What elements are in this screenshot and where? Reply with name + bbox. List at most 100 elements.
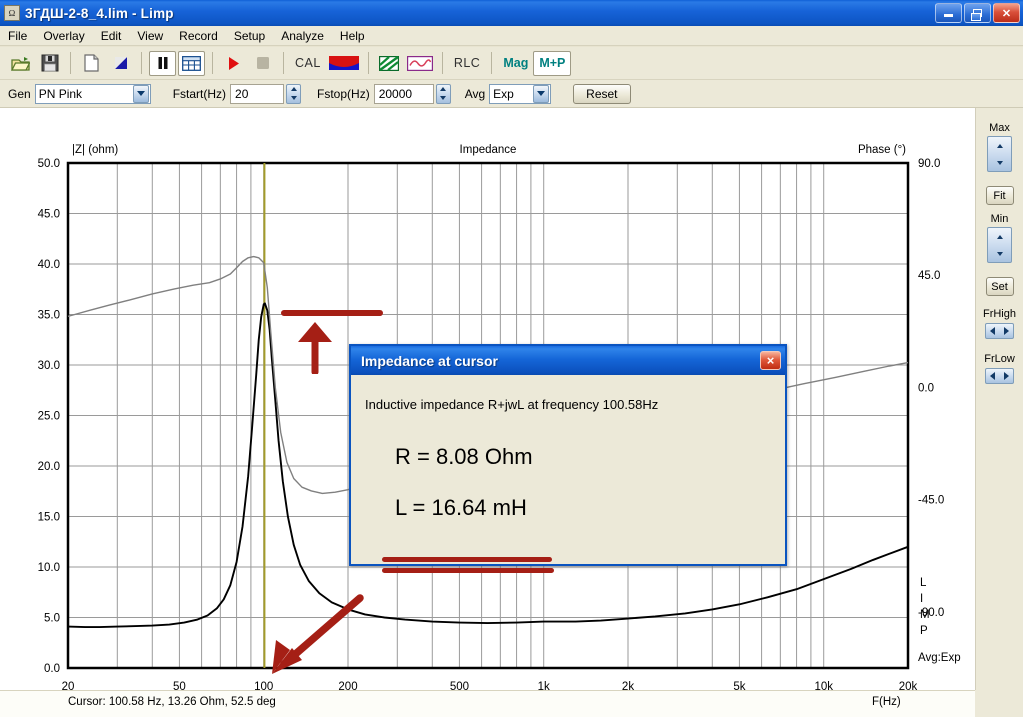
menu-item-edit[interactable]: Edit bbox=[93, 27, 130, 45]
dialog-description: Inductive impedance R+jwL at frequency 1… bbox=[365, 397, 659, 412]
fstop-stepper[interactable] bbox=[435, 83, 451, 104]
menu-item-record[interactable]: Record bbox=[171, 27, 226, 45]
menu-item-help[interactable]: Help bbox=[332, 27, 373, 45]
fstart-input[interactable]: 20 bbox=[230, 83, 285, 104]
play-button[interactable] bbox=[220, 51, 247, 76]
menu-item-setup[interactable]: Setup bbox=[226, 27, 273, 45]
limp-watermark-char: M bbox=[920, 609, 930, 621]
generator-select[interactable]: PN Pink bbox=[34, 83, 151, 104]
gen-label: Gen bbox=[8, 86, 31, 101]
xaxis-tick: 500 bbox=[450, 681, 469, 690]
sine-wave-icon bbox=[406, 55, 433, 71]
yaxis-right-tick: 90.0 bbox=[918, 158, 940, 170]
avg-select[interactable]: Exp bbox=[489, 83, 552, 104]
set-button[interactable]: Set bbox=[985, 277, 1014, 296]
rlc-button[interactable]: RLC bbox=[449, 51, 486, 76]
yaxis-left-tick: 25.0 bbox=[38, 411, 60, 423]
dialog-title: Impedance at cursor bbox=[361, 352, 498, 369]
yaxis-left-tick: 35.0 bbox=[38, 310, 60, 322]
max-label: Max bbox=[989, 122, 1010, 134]
limp-watermark-char: P bbox=[920, 625, 928, 637]
chevron-down-icon[interactable] bbox=[132, 84, 149, 103]
impedance-at-cursor-dialog[interactable]: Impedance at cursor × Inductive impedanc… bbox=[349, 344, 787, 573]
limp-watermark-char: I bbox=[920, 593, 923, 605]
menu-item-overlay[interactable]: Overlay bbox=[35, 27, 92, 45]
resistance-value: R = 8.08 Ohm bbox=[395, 444, 533, 469]
statusbar-corner bbox=[975, 690, 1023, 717]
export-button[interactable] bbox=[107, 51, 134, 76]
xaxis-tick: 50 bbox=[173, 681, 186, 690]
main-toolbar: CAL RLC Mag M+P bbox=[0, 47, 1023, 80]
green-hatch-icon bbox=[379, 55, 400, 71]
min-stepper[interactable] bbox=[987, 227, 1012, 263]
yaxis-left-tick: 30.0 bbox=[38, 360, 60, 372]
menu-item-analyze[interactable]: Analyze bbox=[273, 27, 332, 45]
yaxis-left-tick: 40.0 bbox=[38, 259, 60, 271]
scale-control-panel: Max Fit Min Set FrHigh FrLow bbox=[975, 108, 1023, 690]
cal-button[interactable]: CAL bbox=[290, 51, 326, 76]
inductance-value: L = 16.64 mH bbox=[395, 495, 527, 520]
chevron-down-icon[interactable] bbox=[533, 84, 550, 103]
yaxis-left-tick: 15.0 bbox=[38, 512, 60, 524]
frlow-label: FrLow bbox=[984, 353, 1015, 365]
yaxis-left-tick: 45.0 bbox=[38, 209, 60, 221]
window-titlebar[interactable]: Ω 3ГДШ-2-8_4.lim - Limp ✕ bbox=[0, 0, 1023, 26]
pause-button[interactable] bbox=[149, 50, 176, 76]
fit-button[interactable]: Fit bbox=[985, 186, 1014, 205]
limp-app-icon[interactable]: Ω bbox=[4, 5, 20, 21]
open-file-button[interactable] bbox=[7, 51, 34, 76]
save-file-button[interactable] bbox=[36, 51, 63, 76]
menu-item-view[interactable]: View bbox=[129, 27, 171, 45]
restore-icon bbox=[971, 9, 982, 21]
dialog-close-button[interactable]: × bbox=[760, 351, 781, 370]
fstop-input[interactable]: 20000 bbox=[373, 83, 434, 104]
xaxis-tick: 1k bbox=[538, 681, 550, 690]
frhigh-stepper[interactable] bbox=[985, 323, 1014, 339]
dialog-titlebar[interactable]: Impedance at cursor × bbox=[351, 346, 785, 375]
restore-button[interactable] bbox=[964, 3, 991, 23]
minimize-button[interactable] bbox=[935, 3, 962, 23]
xaxis-tick: 5k bbox=[733, 681, 745, 690]
flag-button[interactable] bbox=[327, 51, 361, 76]
close-button[interactable]: ✕ bbox=[993, 3, 1020, 23]
yaxis-right-tick: -45.0 bbox=[918, 495, 944, 507]
dialog-underline-1 bbox=[382, 557, 552, 562]
limp-watermark-char: L bbox=[920, 577, 927, 589]
minimize-icon bbox=[944, 14, 953, 17]
xaxis-unit-label: F(Hz) bbox=[872, 696, 901, 708]
toolbar-separator bbox=[441, 52, 443, 74]
sine-button[interactable] bbox=[405, 51, 435, 76]
max-stepper[interactable] bbox=[987, 136, 1012, 172]
yaxis-left-tick: 50.0 bbox=[38, 158, 60, 170]
toolbar-separator bbox=[70, 52, 71, 74]
menu-item-file[interactable]: File bbox=[0, 27, 35, 45]
yaxis-left-tick: 10.0 bbox=[38, 562, 60, 574]
stop-button bbox=[249, 51, 276, 76]
cursor-readout: Cursor: 100.58 Hz, 13.26 Ohm, 52.5 deg bbox=[68, 696, 276, 708]
xaxis-tick: 20 bbox=[62, 681, 75, 690]
magphase-button[interactable]: M+P bbox=[533, 50, 572, 76]
dialog-underline-2 bbox=[382, 568, 554, 573]
window-controls: ✕ bbox=[935, 3, 1020, 23]
yaxis-left-label: |Z| (ohm) bbox=[72, 144, 118, 156]
xaxis-tick: 20k bbox=[899, 681, 918, 690]
min-label: Min bbox=[990, 213, 1009, 225]
fstart-label: Fstart(Hz) bbox=[172, 86, 227, 101]
pause-icon bbox=[158, 57, 167, 69]
frlow-stepper[interactable] bbox=[985, 368, 1014, 384]
generator-value: PN Pink bbox=[38, 86, 83, 101]
page-icon bbox=[84, 54, 99, 72]
mag-button[interactable]: Mag bbox=[498, 51, 533, 76]
table-view-button[interactable] bbox=[178, 50, 205, 76]
window-title: 3ГДШ-2-8_4.lim - Limp bbox=[25, 5, 174, 21]
yaxis-left-tick: 20.0 bbox=[38, 461, 60, 473]
toolbar-separator bbox=[367, 52, 369, 74]
dialog-body: Inductive impedance R+jwL at frequency 1… bbox=[351, 375, 785, 573]
yaxis-right-tick: 0.0 bbox=[918, 382, 934, 394]
toolbar-separator bbox=[283, 52, 284, 74]
fstart-stepper[interactable] bbox=[286, 83, 302, 104]
reset-button[interactable]: Reset bbox=[573, 83, 631, 104]
new-file-button[interactable] bbox=[78, 51, 105, 76]
floppy-disk-icon bbox=[41, 54, 58, 72]
hatch-button[interactable] bbox=[376, 51, 403, 76]
